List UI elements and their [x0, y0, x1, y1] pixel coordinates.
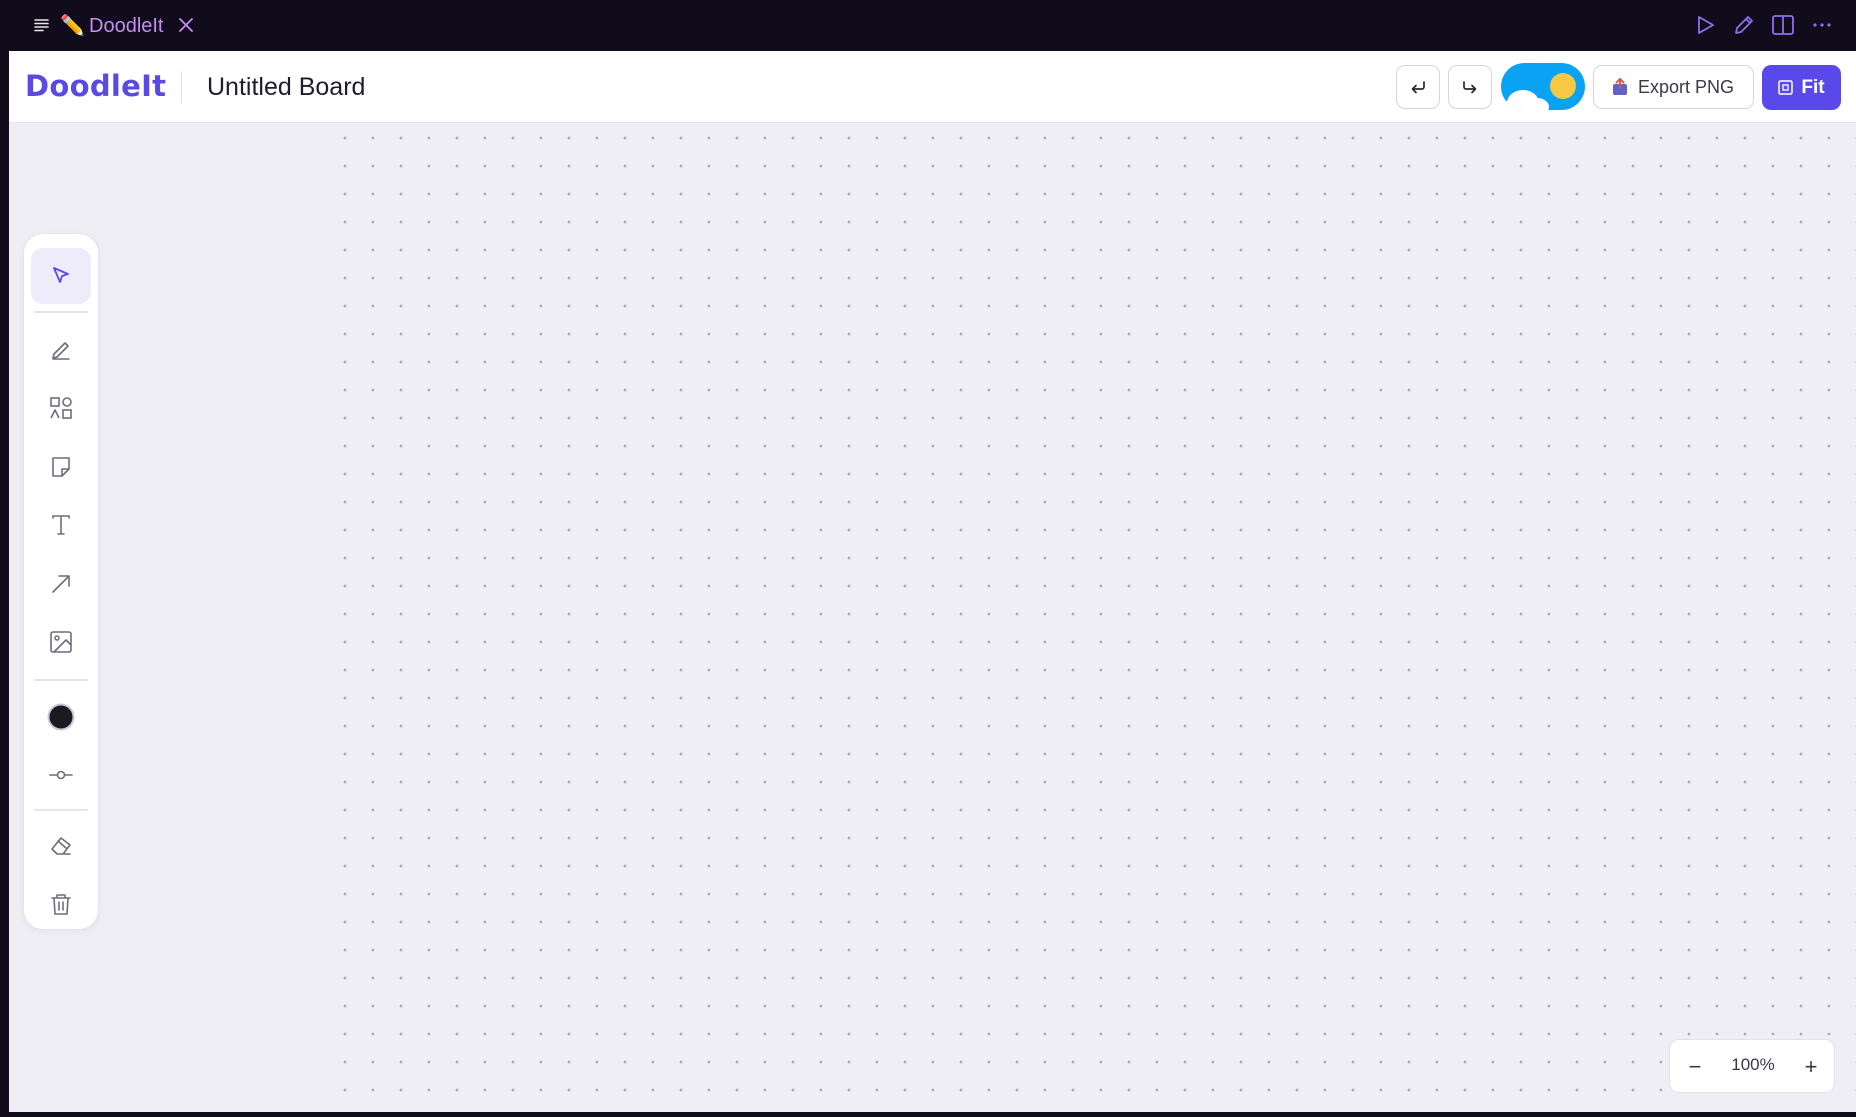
delete-button[interactable]: [31, 876, 91, 932]
zoom-control: − 100% +: [1669, 1039, 1835, 1093]
eraser-icon: [51, 837, 71, 855]
menu-icon[interactable]: [32, 15, 52, 35]
arrow-icon: [52, 575, 70, 593]
color-picker-button[interactable]: [31, 689, 91, 745]
cursor-icon: [53, 267, 69, 283]
text-tool-button[interactable]: [31, 497, 91, 553]
zoom-level: 100%: [1731, 1055, 1775, 1074]
cloud-sun-icon: [1503, 73, 1576, 110]
split-view-icon[interactable]: [1770, 12, 1796, 38]
edit-icon[interactable]: [1731, 12, 1757, 38]
text-icon: [52, 515, 70, 535]
pen-icon: [52, 342, 70, 360]
eraser-tool-button[interactable]: [31, 818, 91, 874]
theme-toggle[interactable]: [1501, 63, 1585, 110]
play-icon[interactable]: [1692, 12, 1718, 38]
undo-icon: [1411, 81, 1425, 94]
color-swatch-icon: [47, 703, 75, 731]
fit-button[interactable]: Fit: [1762, 65, 1841, 110]
tab-title[interactable]: DoodleIt: [89, 13, 164, 39]
export-label: Export PNG: [1638, 76, 1735, 97]
image-icon: [50, 631, 72, 653]
header-divider: [181, 71, 182, 103]
pencil-emoji-icon: ✏️: [60, 13, 85, 37]
stroke-width-button[interactable]: [31, 747, 91, 803]
select-tool-button[interactable]: [31, 248, 91, 304]
more-icon[interactable]: [1809, 12, 1835, 38]
zoom-in-button[interactable]: +: [1792, 1048, 1830, 1086]
zoom-out-button[interactable]: −: [1676, 1048, 1714, 1086]
toolbar-separator: [34, 679, 88, 681]
app-header: DoodleIt Untitled Board Export PNG Fit: [9, 51, 1856, 123]
app-logo: DoodleIt: [25, 69, 167, 103]
toolbar-separator: [34, 809, 88, 811]
close-tab-icon[interactable]: [175, 14, 197, 36]
drawing-canvas[interactable]: [331, 124, 1856, 1112]
arrow-tool-button[interactable]: [31, 556, 91, 612]
trash-icon: [51, 894, 71, 915]
tool-palette: [23, 233, 99, 930]
doodle-app: DoodleIt Untitled Board Export PNG Fit −…: [9, 51, 1856, 1112]
fit-icon: [1778, 80, 1794, 95]
export-png-button[interactable]: Export PNG: [1593, 65, 1754, 109]
fit-label: Fit: [1801, 76, 1825, 98]
zoom-out-label: −: [1688, 1054, 1702, 1079]
shapes-icon: [50, 397, 72, 419]
shapes-tool-button[interactable]: [31, 380, 91, 436]
image-tool-button[interactable]: [31, 614, 91, 670]
board-title[interactable]: Untitled Board: [207, 71, 365, 103]
toolbar-separator: [34, 311, 88, 313]
app-tab-bar: ✏️ DoodleIt: [0, 0, 1856, 51]
redo-button[interactable]: [1448, 65, 1492, 109]
zoom-in-label: +: [1804, 1054, 1818, 1079]
undo-button[interactable]: [1396, 65, 1440, 109]
sticky-note-icon: [52, 457, 70, 477]
sticky-note-tool-button[interactable]: [31, 439, 91, 495]
stroke-width-icon: [49, 770, 73, 780]
export-icon: [1613, 78, 1627, 95]
pen-tool-button[interactable]: [31, 322, 91, 378]
redo-icon: [1463, 81, 1477, 94]
